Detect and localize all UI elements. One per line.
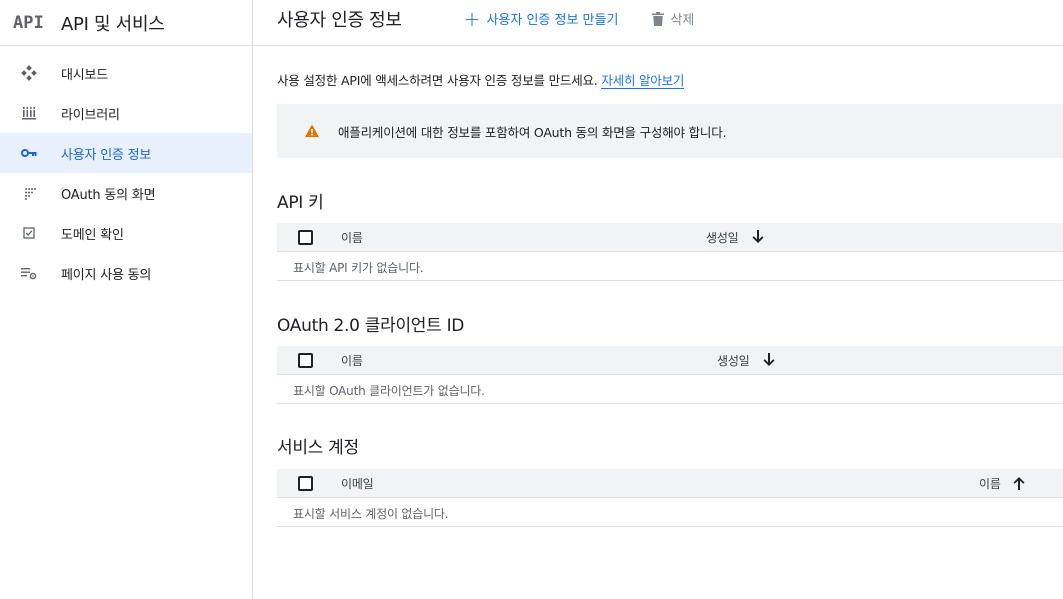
column-email[interactable]: 이메일 [341, 475, 374, 492]
delete-button[interactable]: 삭제 [652, 9, 694, 28]
select-all-checkbox[interactable] [298, 476, 313, 491]
warning-icon [305, 124, 319, 137]
arrow-down-icon[interactable] [750, 229, 766, 245]
sidebar-item-domain-verification[interactable]: 도메인 확인 [0, 213, 252, 253]
sidebar-item-credentials[interactable]: 사용자 인증 정보 [0, 133, 252, 173]
column-name[interactable]: 이름 [341, 229, 363, 246]
arrow-up-icon[interactable] [1011, 475, 1027, 491]
trash-icon [652, 11, 665, 26]
learn-more-link[interactable]: 자세히 알아보기 [601, 73, 684, 89]
plus-icon: + [463, 6, 481, 31]
column-name[interactable]: 이름 [979, 475, 1001, 492]
sidebar-item-label: OAuth 동의 화면 [61, 187, 156, 203]
page-title: 사용자 인증 정보 [277, 9, 402, 31]
sidebar: API API 및 서비스 대시보드 라이브러리 사용자 인증 정보 OAuth… [0, 0, 253, 599]
sidebar-title: API 및 서비스 [61, 13, 165, 35]
oauth-consent-icon [20, 184, 38, 202]
sidebar-item-library[interactable]: 라이브러리 [0, 93, 252, 133]
table-header: 이름 생성일 [277, 346, 1063, 375]
oauth-clients-table: 이름 생성일 표시할 OAuth 클라이언트가 없습니다. [277, 346, 1063, 404]
empty-row: 표시할 OAuth 클라이언트가 없습니다. [277, 375, 1063, 404]
service-accounts-title: 서비스 계정 [277, 438, 359, 458]
sidebar-item-label: 도메인 확인 [61, 227, 124, 243]
api-logo-text: API [13, 12, 44, 33]
main-content: 사용자 인증 정보 + 사용자 인증 정보 만들기 삭제 사용 설정한 API에… [253, 0, 1063, 599]
empty-message: 표시할 서비스 계정이 없습니다. [293, 507, 449, 521]
api-logo: API [13, 13, 47, 33]
library-icon [20, 104, 38, 122]
sidebar-item-label: 대시보드 [61, 67, 109, 83]
empty-message: 표시할 API 키가 없습니다. [293, 261, 424, 275]
select-all-checkbox[interactable] [298, 230, 313, 245]
empty-row: 표시할 서비스 계정이 없습니다. [277, 498, 1063, 527]
column-created[interactable]: 생성일 [706, 229, 739, 246]
empty-message: 표시할 OAuth 클라이언트가 없습니다. [293, 384, 485, 398]
warning-banner-text: 애플리케이션에 대한 정보를 포함하여 OAuth 동의 화면을 구성해야 합니… [338, 124, 727, 140]
delete-label: 삭제 [670, 13, 695, 28]
select-all-checkbox[interactable] [298, 353, 313, 368]
sidebar-item-label: 라이브러리 [61, 107, 120, 123]
domain-check-icon [20, 224, 38, 242]
oauth-clients-title: OAuth 2.0 클라이언트 ID [277, 316, 465, 336]
empty-row: 표시할 API 키가 없습니다. [277, 252, 1063, 281]
column-created[interactable]: 생성일 [717, 352, 750, 369]
dashboard-icon [20, 64, 38, 82]
sidebar-item-page-consent[interactable]: 페이지 사용 동의 [0, 253, 252, 293]
sidebar-nav: 대시보드 라이브러리 사용자 인증 정보 OAuth 동의 화면 도메인 확인 [0, 53, 252, 293]
table-header: 이름 생성일 [277, 223, 1063, 252]
intro-text: 사용 설정한 API에 액세스하려면 사용자 인증 정보를 만드세요. 자세히 … [277, 70, 684, 89]
table-header: 이메일 이름 [277, 469, 1063, 498]
create-credentials-label: 사용자 인증 정보 만들기 [486, 13, 619, 28]
arrow-down-icon[interactable] [761, 352, 777, 368]
sidebar-header: API API 및 서비스 [0, 0, 252, 46]
api-keys-table: 이름 생성일 표시할 API 키가 없습니다. [277, 223, 1063, 281]
api-keys-title: API 키 [277, 193, 324, 213]
create-credentials-button[interactable]: + 사용자 인증 정보 만들기 [464, 9, 619, 29]
warning-banner: 애플리케이션에 대한 정보를 포함하여 OAuth 동의 화면을 구성해야 합니… [277, 104, 1063, 158]
page-consent-icon [20, 264, 38, 282]
intro-description: 사용 설정한 API에 액세스하려면 사용자 인증 정보를 만드세요. [277, 73, 598, 88]
page-toolbar: 사용자 인증 정보 + 사용자 인증 정보 만들기 삭제 [253, 0, 1063, 46]
service-accounts-table: 이메일 이름 표시할 서비스 계정이 없습니다. [277, 469, 1063, 527]
column-name[interactable]: 이름 [341, 352, 363, 369]
key-icon [20, 144, 38, 162]
sidebar-item-label: 페이지 사용 동의 [61, 267, 152, 283]
sidebar-item-oauth-consent[interactable]: OAuth 동의 화면 [0, 173, 252, 213]
sidebar-item-label: 사용자 인증 정보 [61, 147, 152, 163]
sidebar-item-dashboard[interactable]: 대시보드 [0, 53, 252, 93]
